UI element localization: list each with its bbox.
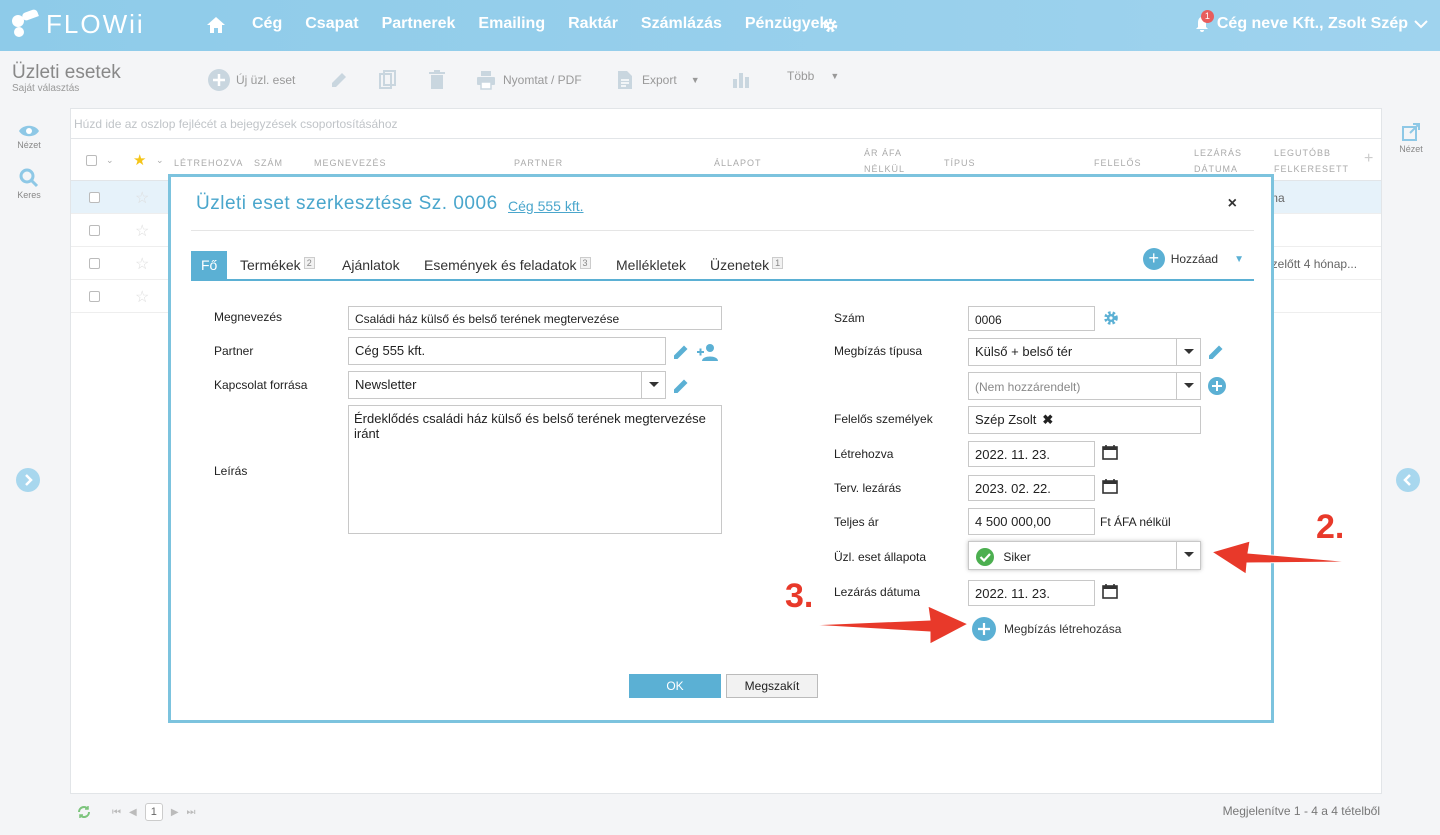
annotation-step-3: 3. — [785, 577, 814, 615]
annotation-step-2: 2. — [1316, 508, 1345, 546]
annotation-arrows — [809, 540, 1353, 645]
arrow-to-create-order — [809, 605, 970, 645]
